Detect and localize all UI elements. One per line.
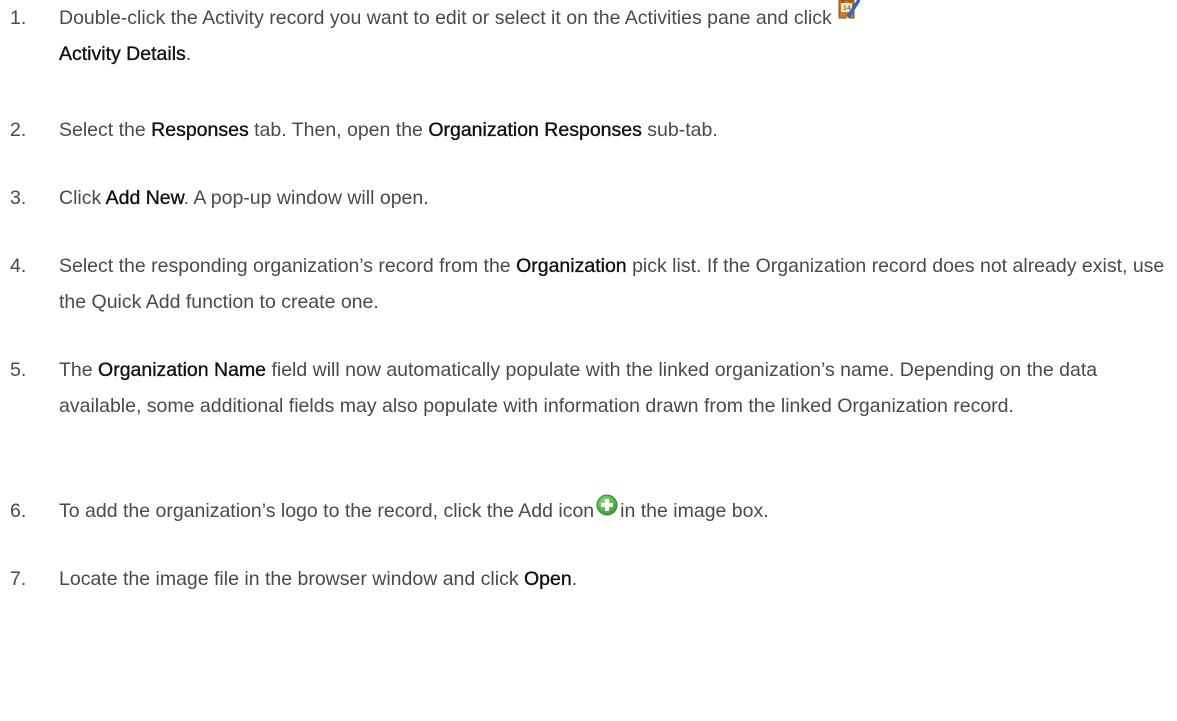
step-text-part: Select the responding organization’s rec… xyxy=(59,255,517,277)
add-new-label: Add New xyxy=(105,187,184,209)
step-text: The Organization Name field will now aut… xyxy=(59,352,1169,424)
step-text: Select the Responses tab. Then, open the… xyxy=(59,112,1169,148)
add-plus-icon xyxy=(596,492,618,528)
step-text: Click Add New. A pop-up window will open… xyxy=(59,180,1169,216)
step-text-part: The xyxy=(59,359,99,381)
step-text-part: Locate the image file in the browser win… xyxy=(59,568,524,590)
step-text: Select the responding organization’s rec… xyxy=(59,248,1169,320)
step-text-part: sub-tab. xyxy=(641,119,718,141)
step-number: 7. xyxy=(10,568,27,590)
step-text: To add the organization’s logo to the re… xyxy=(59,493,1169,529)
step-text-part: . xyxy=(185,43,192,65)
step-number: 4. xyxy=(10,255,27,277)
organization-name-field-label: Organization Name xyxy=(98,359,267,381)
step-number: 6. xyxy=(10,500,27,522)
step-text: Double-click the Activity record you wan… xyxy=(59,0,1169,72)
activity-details-icon: 14 xyxy=(838,0,861,32)
step-text: Locate the image file in the browser win… xyxy=(59,561,1169,597)
step-text-part: tab. Then, open the xyxy=(248,119,429,141)
step-text-part: Double-click the Activity record you wan… xyxy=(59,7,832,29)
organization-picklist-label: Organization xyxy=(516,255,627,277)
step-text-part: . A pop-up window will open. xyxy=(183,187,429,209)
step-number: 3. xyxy=(10,187,27,209)
responses-tab-label: Responses xyxy=(151,119,249,141)
instructions-document: 1. Double-click the Activity record you … xyxy=(0,0,1177,721)
step-text-part: . xyxy=(571,568,578,590)
step-text-part: Select the xyxy=(59,119,152,141)
step-number: 1. xyxy=(10,7,27,29)
svg-text:14: 14 xyxy=(843,5,851,12)
step-number: 5. xyxy=(10,359,27,381)
open-button-label: Open xyxy=(524,568,572,590)
activity-details-label: Activity Details xyxy=(59,43,186,65)
step-number: 2. xyxy=(10,119,27,141)
organization-responses-subtab-label: Organization Responses xyxy=(428,119,642,141)
step-text-part: in the image box. xyxy=(620,500,769,522)
step-text-part: Click xyxy=(59,187,106,209)
step-text-part: To add the organization’s logo to the re… xyxy=(59,500,595,522)
